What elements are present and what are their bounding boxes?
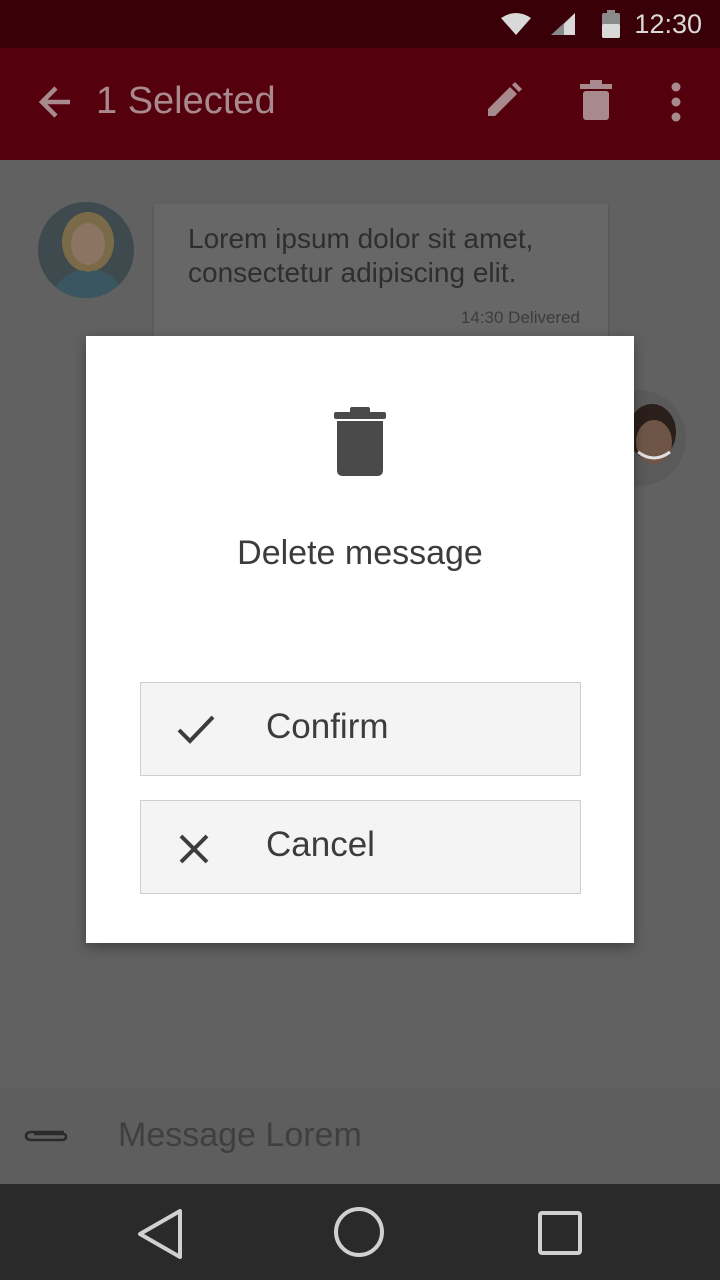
- system-nav-bar: [0, 1184, 720, 1280]
- close-icon: [179, 834, 209, 864]
- app-bar: 1 Selected: [0, 48, 720, 160]
- attach-paperclip-icon[interactable]: [24, 1128, 68, 1144]
- message-text: Lorem ipsum dolor sit amet, consectetur …: [188, 223, 534, 288]
- signal-icon: [551, 13, 575, 35]
- message-status: 14:30 Delivered: [460, 308, 580, 327]
- contact-avatar-image: [38, 202, 134, 298]
- contact-avatar[interactable]: [38, 202, 134, 298]
- check-icon: [177, 715, 215, 744]
- delete-trash-icon[interactable]: [580, 80, 612, 120]
- wifi-icon: [501, 13, 531, 35]
- status-time: 12:30: [634, 9, 702, 39]
- message-composer: Message Lorem: [0, 1088, 720, 1184]
- edit-pencil-icon[interactable]: [486, 82, 522, 118]
- back-arrow-icon[interactable]: [36, 82, 76, 122]
- battery-icon: [602, 10, 620, 38]
- confirm-label: Confirm: [266, 707, 389, 746]
- home-circle-icon[interactable]: [333, 1206, 385, 1258]
- message-bubble[interactable]: Lorem ipsum dolor sit amet, consectetur …: [154, 204, 608, 354]
- more-vert-icon[interactable]: [668, 82, 684, 122]
- dialog-title: Delete message: [237, 534, 483, 572]
- cancel-button[interactable]: Cancel: [140, 800, 581, 894]
- selection-title: 1 Selected: [96, 80, 276, 122]
- recents-square-icon[interactable]: [537, 1210, 583, 1256]
- cancel-label: Cancel: [266, 825, 375, 864]
- confirm-button[interactable]: Confirm: [140, 682, 581, 776]
- delete-dialog: Delete message Confirm Cancel: [86, 336, 634, 943]
- back-triangle-icon[interactable]: [136, 1208, 184, 1260]
- message-input[interactable]: Message Lorem: [118, 1116, 362, 1155]
- status-bar: 12:30: [0, 0, 720, 48]
- trash-icon: [334, 407, 386, 476]
